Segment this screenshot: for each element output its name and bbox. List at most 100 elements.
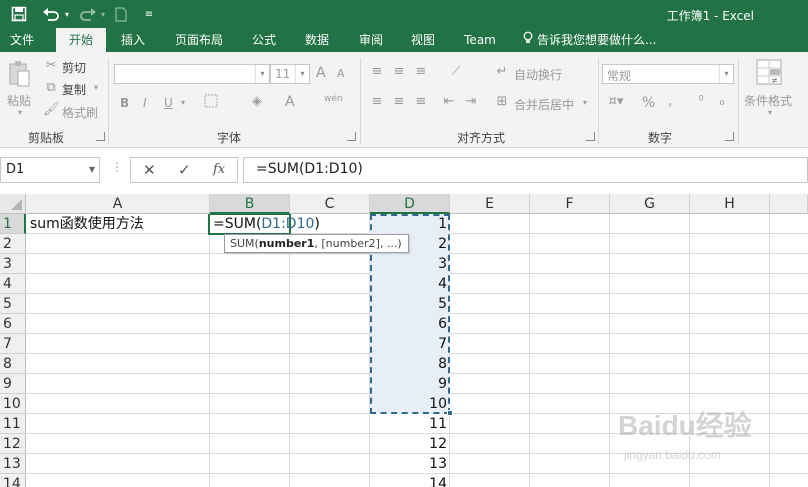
fill-handle[interactable] (447, 410, 453, 416)
column-header-h[interactable]: H (690, 194, 770, 214)
redo-icon[interactable] (78, 4, 98, 24)
row-header-5[interactable]: 5 (0, 294, 26, 314)
tab-data[interactable]: 数据 (294, 28, 340, 52)
save-icon[interactable] (8, 4, 30, 24)
worksheet-grid[interactable]: sum函数使用方法 =SUM(D1:D10) SUM(number1, [num… (0, 194, 808, 487)
row-header-10[interactable]: 10 (0, 394, 26, 414)
percent-button[interactable]: % (642, 95, 655, 111)
decrease-decimal-icon[interactable]: ₀ (713, 94, 731, 109)
row-header-1[interactable]: 1 (0, 214, 26, 234)
row-header-3[interactable]: 3 (0, 254, 26, 274)
number-format-combo[interactable]: 常规 ▾ (602, 64, 734, 84)
paste-button[interactable]: 粘贴 (7, 92, 31, 109)
column-header-e[interactable]: E (450, 194, 530, 214)
phonetic-button[interactable]: wén (324, 94, 343, 104)
tab-insert[interactable]: 插入 (110, 28, 156, 52)
conditional-formatting-icon[interactable]: ≠ (754, 58, 784, 88)
decrease-indent-icon[interactable]: ⇤ (440, 94, 458, 109)
row-header-9[interactable]: 9 (0, 374, 26, 394)
cell-d4[interactable]: 4 (372, 274, 447, 294)
increase-indent-icon[interactable]: ⇥ (462, 94, 480, 109)
align-left-icon[interactable]: ≡ (368, 94, 386, 109)
paste-icon[interactable] (6, 60, 32, 90)
row-header-13[interactable]: 13 (0, 454, 26, 474)
tab-formulas[interactable]: 公式 (242, 28, 286, 52)
row-header-14[interactable]: 14 (0, 474, 26, 487)
fill-color-icon[interactable]: ◈ (248, 94, 266, 109)
borders-icon[interactable] (202, 94, 220, 112)
merge-center-button[interactable]: 合并后居中 (514, 96, 574, 113)
cell-d8[interactable]: 8 (372, 354, 447, 374)
copy-button[interactable]: 复制 (62, 81, 86, 98)
cell-a1[interactable]: sum函数使用方法 (30, 214, 144, 234)
row-header-6[interactable]: 6 (0, 314, 26, 334)
cell-d3[interactable]: 3 (372, 254, 447, 274)
row-header-12[interactable]: 12 (0, 434, 26, 454)
conditional-formatting-button[interactable]: 条件格式 (744, 92, 792, 109)
format-painter-button[interactable]: 格式刷 (62, 104, 98, 121)
italic-button[interactable]: I (143, 96, 147, 110)
name-box[interactable]: D1 ▼ (0, 157, 100, 183)
increase-decimal-icon[interactable]: ⁰ (692, 94, 710, 109)
undo-dropdown-icon[interactable]: ▾ (62, 4, 72, 24)
align-bottom-icon[interactable]: ≡ (412, 64, 430, 79)
bold-button[interactable]: B (120, 96, 129, 110)
cell-d5[interactable]: 5 (372, 294, 447, 314)
font-launcher-icon[interactable] (347, 132, 356, 141)
font-color-button[interactable]: A (285, 94, 295, 110)
tab-file[interactable]: 文件 (0, 28, 44, 52)
copy-dropdown-icon[interactable]: ▾ (94, 83, 98, 92)
tab-team[interactable]: Team (455, 28, 505, 52)
alignment-launcher-icon[interactable] (586, 132, 595, 141)
cell-d7[interactable]: 7 (372, 334, 447, 354)
tab-page-layout[interactable]: 页面布局 (166, 28, 232, 52)
formula-input[interactable]: =SUM(D1:D10) (243, 157, 808, 183)
select-all-corner[interactable] (0, 194, 26, 214)
column-header-overflow[interactable] (770, 194, 808, 214)
new-file-icon[interactable] (112, 4, 130, 24)
merge-dropdown-icon[interactable]: ▾ (583, 98, 587, 107)
more-icon[interactable]: ⋮ (111, 160, 123, 174)
align-top-icon[interactable]: ≡ (368, 64, 386, 79)
shrink-font-button[interactable]: A (337, 67, 345, 80)
row-header-7[interactable]: 7 (0, 334, 26, 354)
row-header-2[interactable]: 2 (0, 234, 26, 254)
grow-font-button[interactable]: A (316, 65, 326, 81)
column-header-d[interactable]: D (370, 194, 450, 214)
cancel-icon[interactable]: ✕ (143, 161, 156, 179)
font-size-combo[interactable]: 11 ▾ (270, 64, 310, 84)
cell-d14[interactable]: 14 (372, 474, 447, 487)
tab-review[interactable]: 审阅 (348, 28, 394, 52)
cell-d11[interactable]: 11 (372, 414, 447, 434)
enter-icon[interactable]: ✓ (178, 161, 191, 179)
cell-d13[interactable]: 13 (372, 454, 447, 474)
orientation-icon[interactable]: ⟋ (444, 64, 468, 79)
column-header-f[interactable]: F (530, 194, 610, 214)
cell-d2[interactable]: 2 (372, 234, 447, 254)
align-middle-icon[interactable]: ≡ (390, 64, 408, 79)
row-header-8[interactable]: 8 (0, 354, 26, 374)
clipboard-launcher-icon[interactable] (96, 132, 105, 141)
underline-button[interactable]: U (164, 96, 173, 110)
tell-me-box[interactable]: 告诉我您想要做什么... (523, 28, 656, 52)
number-launcher-icon[interactable] (725, 132, 734, 141)
row-header-4[interactable]: 4 (0, 274, 26, 294)
column-header-c[interactable]: C (290, 194, 370, 214)
conditional-dropdown-icon[interactable]: ▾ (768, 108, 772, 117)
column-header-b[interactable]: B (210, 194, 290, 214)
currency-icon[interactable]: ¤▾ (604, 94, 628, 109)
cell-d10[interactable]: 10 (372, 394, 447, 414)
tab-view[interactable]: 视图 (400, 28, 446, 52)
cell-d6[interactable]: 6 (372, 314, 447, 334)
redo-dropdown-icon[interactable]: ▾ (98, 4, 108, 24)
comma-button[interactable]: , (668, 93, 672, 109)
cell-d9[interactable]: 9 (372, 374, 447, 394)
cell-d1[interactable]: 1 (372, 214, 447, 234)
customize-qat-icon[interactable]: ≡ (142, 4, 156, 24)
column-header-a[interactable]: A (26, 194, 210, 214)
undo-icon[interactable] (40, 4, 62, 24)
underline-dropdown-icon[interactable]: ▾ (181, 98, 185, 107)
cut-button[interactable]: 剪切 (62, 59, 86, 76)
tab-home[interactable]: 开始 (56, 28, 106, 52)
paste-dropdown-icon[interactable]: ▾ (18, 108, 22, 117)
